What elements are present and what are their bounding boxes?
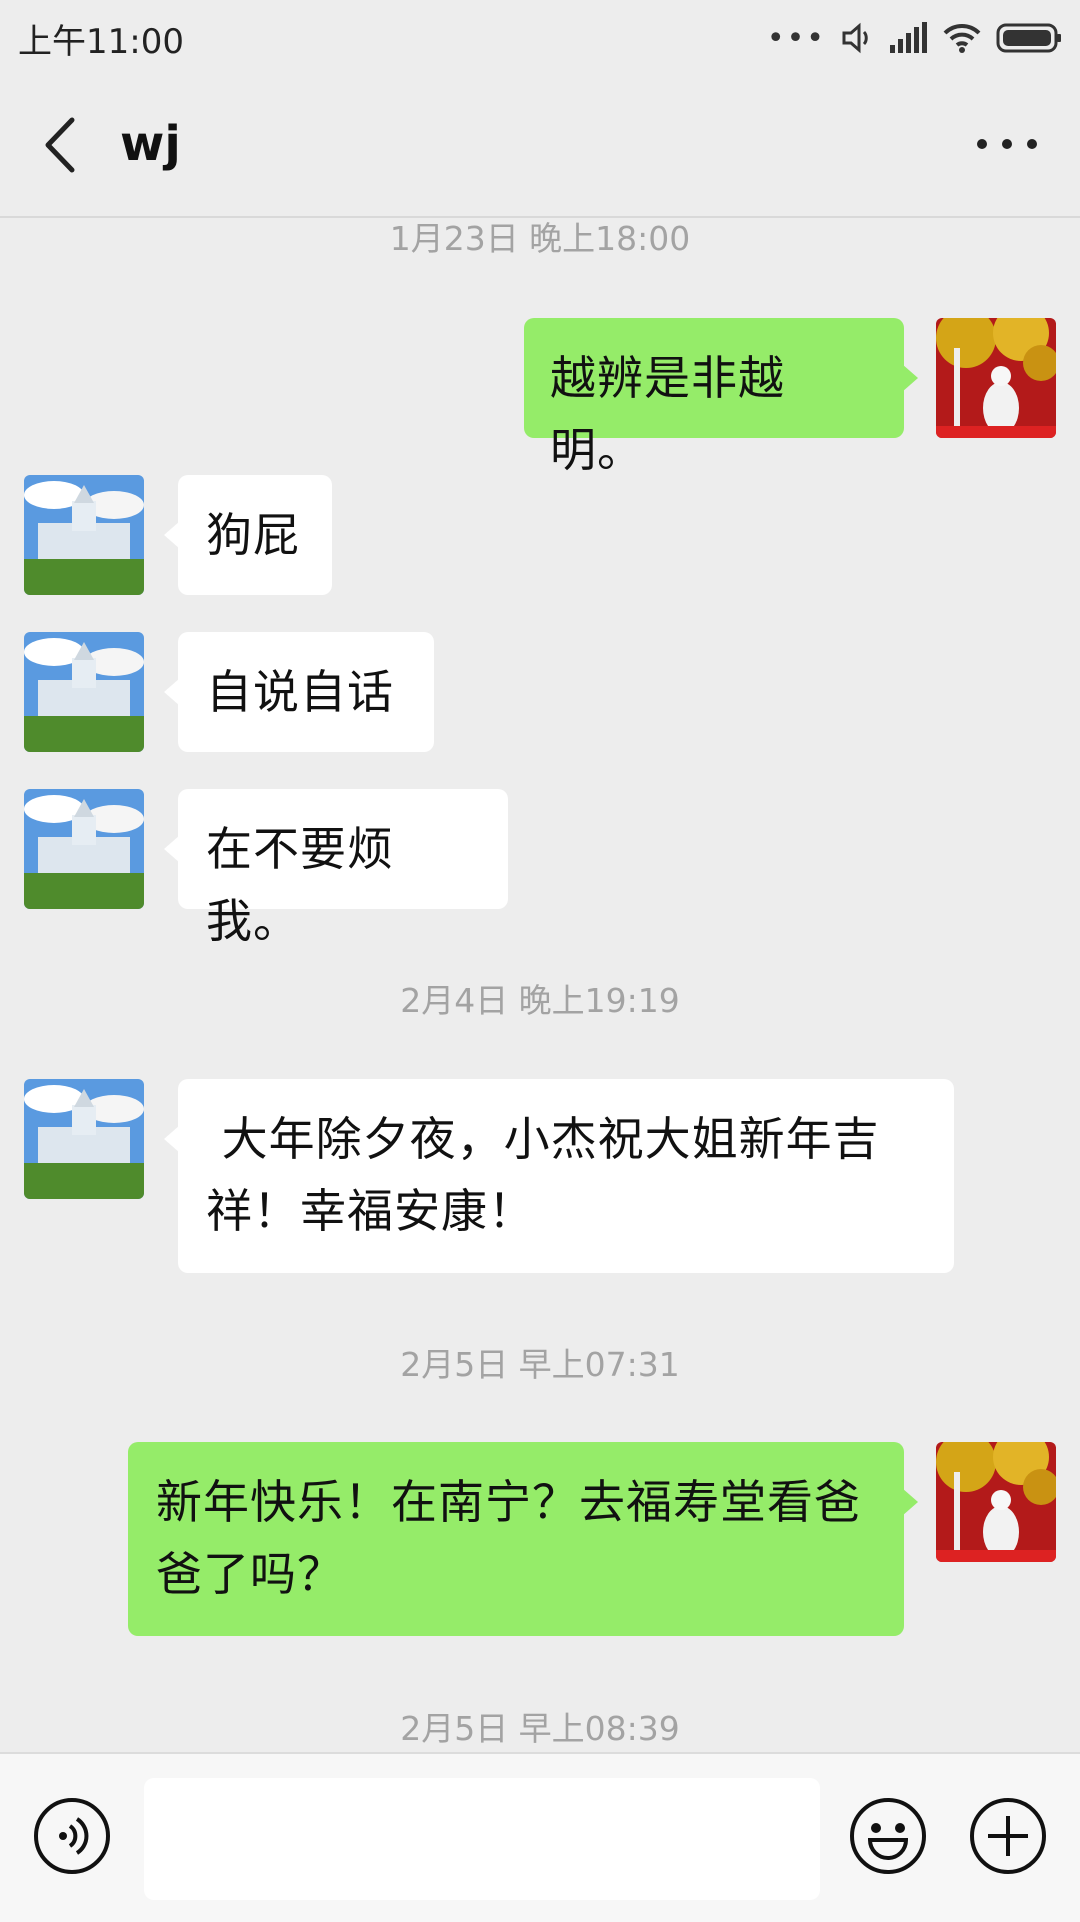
volume-icon	[842, 22, 868, 54]
my-avatar[interactable]	[936, 1442, 1056, 1562]
contact-avatar[interactable]	[24, 632, 144, 752]
contact-avatar[interactable]	[24, 789, 144, 909]
message-bubble-incoming[interactable]: 大年除夕夜，小杰祝大姐新年吉祥！幸福安康！	[164, 1079, 954, 1273]
back-arrow-icon[interactable]	[34, 110, 84, 180]
message-bubble-outgoing[interactable]: 新年快乐！在南宁？去福寿堂看爸爸了吗？	[128, 1442, 918, 1636]
more-icon[interactable]	[972, 124, 1042, 164]
input-bar	[0, 1752, 1080, 1922]
more-dots-icon: •••	[766, 20, 826, 56]
message-bubble-incoming[interactable]: 自说自话	[164, 632, 434, 752]
timestamp: 2月4日 晚上19:19	[400, 981, 680, 1020]
timestamp: 1月23日 晚上18:00	[389, 219, 691, 258]
battery-icon	[996, 23, 1061, 53]
contact-avatar[interactable]	[24, 1079, 144, 1199]
status-bar: 上午11:00 •••	[0, 0, 1080, 74]
message-bubble-incoming[interactable]: 狗屁	[164, 475, 332, 595]
timestamp: 2月5日 早上08:39	[400, 1709, 680, 1748]
contact-avatar[interactable]	[24, 475, 144, 595]
chat-area[interactable]: 1月23日 晚上18:00 越辨是非越明。 狗屁 自说自话 在不要烦我。 2月4…	[0, 216, 1080, 1752]
wifi-icon	[943, 23, 981, 53]
my-avatar[interactable]	[936, 318, 1056, 438]
voice-icon[interactable]	[32, 1796, 112, 1876]
emoji-icon[interactable]	[848, 1796, 928, 1876]
signal-icon	[890, 22, 927, 53]
message-input[interactable]	[144, 1778, 820, 1900]
plus-icon[interactable]	[968, 1796, 1048, 1876]
status-icons: •••	[767, 18, 1062, 58]
chat-header: wj	[0, 74, 1080, 218]
timestamp: 2月5日 早上07:31	[400, 1345, 680, 1384]
message-bubble-outgoing[interactable]: 越辨是非越明。	[524, 318, 918, 477]
message-bubble-incoming[interactable]: 在不要烦我。	[164, 789, 508, 948]
status-time: 上午11:00	[18, 22, 184, 62]
chat-title: wj	[120, 116, 181, 172]
